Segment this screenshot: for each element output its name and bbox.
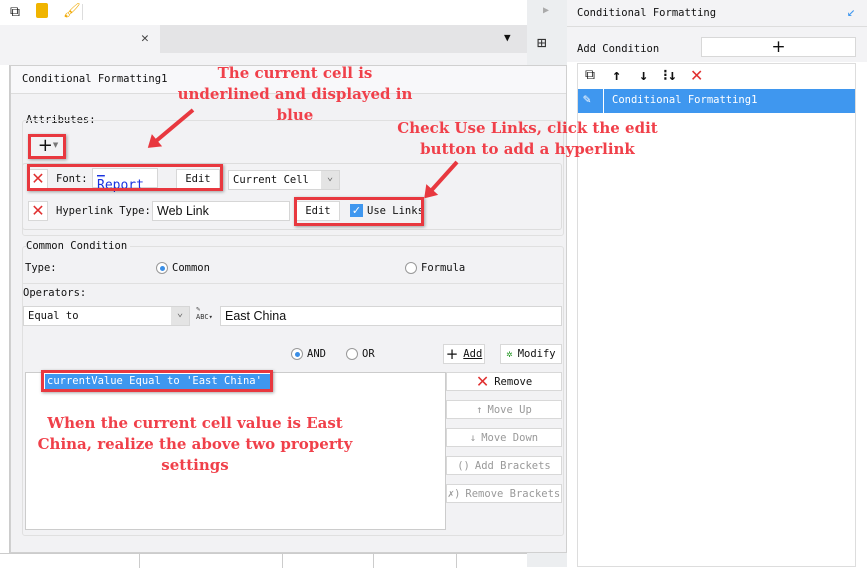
modify-icon: ✲ bbox=[506, 348, 513, 360]
scope-select-value: Current Cell bbox=[233, 174, 309, 186]
x-icon: ✕ bbox=[31, 201, 45, 220]
menu-dropdown-icon[interactable]: ▼ bbox=[504, 31, 511, 44]
remove-brackets-button[interactable]: ✗) Remove Brackets bbox=[446, 484, 562, 503]
annotation-condition: When the current cell value is East Chin… bbox=[37, 414, 353, 474]
collapse-arrow-icon[interactable]: ▶ bbox=[543, 5, 549, 16]
and-radio[interactable]: AND bbox=[291, 348, 326, 360]
hyperlink-type-field[interactable]: Web Link bbox=[152, 201, 290, 221]
add-brackets-button[interactable]: () Add Brackets bbox=[446, 456, 562, 475]
highlight-font-row bbox=[27, 164, 223, 191]
annotation-underlined: The current cell is underlined and displ… bbox=[177, 64, 413, 124]
add-condition-label: Add Condition bbox=[577, 43, 660, 55]
top-toolbar: ⧉ 🖌 bbox=[0, 0, 527, 25]
move-up-label: Move Up bbox=[487, 403, 532, 416]
operator-select[interactable]: Equal to ⌄ bbox=[23, 306, 190, 326]
modify-label: Modify bbox=[517, 348, 556, 360]
move-up-button[interactable]: ↑ Move Up bbox=[446, 400, 562, 419]
right-panel: Conditional Formatting ↙ Add Condition +… bbox=[567, 0, 867, 567]
condition-list-item-label: Conditional Formatting1 bbox=[612, 94, 758, 106]
highlight-links bbox=[294, 197, 424, 226]
grid-icon[interactable]: ⊞ bbox=[537, 33, 547, 52]
plus-icon: + bbox=[445, 345, 459, 363]
common-condition-label: Common Condition bbox=[26, 240, 131, 252]
arrow-down-icon: ↓ bbox=[469, 431, 477, 444]
remove-brackets-label: Remove Brackets bbox=[465, 487, 561, 500]
pencil-icon: ✎ bbox=[583, 92, 591, 107]
operators-label: Operators: bbox=[23, 287, 87, 299]
operator-value: Equal to bbox=[28, 310, 79, 322]
chevron-down-icon: ⌄ bbox=[321, 171, 339, 189]
hyperlink-type-label: Hyperlink Type: bbox=[56, 205, 151, 217]
move-bottom-icon[interactable]: ⁝↓ bbox=[663, 66, 677, 84]
brackets-icon: () bbox=[457, 459, 470, 472]
sheet-bottom bbox=[0, 553, 527, 568]
type-common-label: Common bbox=[172, 262, 210, 274]
type-common-radio[interactable]: Common bbox=[156, 262, 210, 274]
add-label: Add bbox=[463, 348, 483, 360]
scope-select[interactable]: Current Cell ⌄ bbox=[228, 170, 340, 190]
tab-bar: ✕ ▼ bbox=[0, 25, 527, 53]
value-input[interactable]: East China bbox=[220, 306, 562, 326]
copy-icon[interactable]: ⧉ bbox=[585, 67, 595, 83]
format-painter-icon[interactable]: 🖌 bbox=[63, 3, 81, 19]
type-formula-label: Formula bbox=[421, 262, 466, 274]
type-formula-radio[interactable]: Formula bbox=[405, 262, 465, 274]
delete-icon[interactable]: ✕ bbox=[690, 68, 703, 84]
condition-list-item[interactable]: ✎ Conditional Formatting1 bbox=[578, 89, 855, 113]
add-condition-button[interactable]: + bbox=[701, 37, 856, 57]
panel-title: Conditional Formatting bbox=[577, 7, 717, 19]
value-type-icon[interactable]: ✎ ABC▾ bbox=[196, 305, 213, 321]
add-brackets-label: Add Brackets bbox=[474, 459, 551, 472]
highlight-add-attribute bbox=[28, 134, 66, 159]
type-label: Type: bbox=[25, 262, 57, 274]
arrow-up-icon: ↑ bbox=[476, 403, 483, 416]
and-label: AND bbox=[307, 348, 326, 360]
chevron-down-icon: ⌄ bbox=[171, 307, 189, 325]
close-tab-icon[interactable]: ✕ bbox=[141, 31, 149, 46]
x-icon: ✕ bbox=[475, 371, 490, 391]
arrow-up-icon[interactable]: ↑ bbox=[612, 66, 621, 84]
or-label: OR bbox=[362, 348, 375, 360]
copy-icon[interactable]: ⧉ bbox=[10, 4, 20, 20]
annotation-use-links: Check Use Links, click the edit button t… bbox=[397, 119, 658, 158]
paste-icon[interactable] bbox=[36, 3, 48, 18]
divider bbox=[23, 283, 563, 284]
remove-button[interactable]: ✕ Remove bbox=[446, 372, 562, 391]
remove-brackets-icon: ✗) bbox=[447, 487, 461, 500]
sheet-edge bbox=[0, 65, 10, 555]
collapse-panel-icon[interactable]: ↙ bbox=[847, 4, 855, 20]
highlight-condition-item bbox=[41, 370, 273, 392]
hyperlink-type-value: Web Link bbox=[157, 204, 209, 218]
value-text: East China bbox=[225, 309, 287, 323]
move-down-label: Move Down bbox=[481, 431, 539, 444]
remove-label: Remove bbox=[494, 375, 533, 388]
remove-hyperlink-button[interactable]: ✕ bbox=[28, 201, 48, 221]
or-radio[interactable]: OR bbox=[346, 348, 375, 360]
add-button[interactable]: + Add bbox=[443, 344, 485, 364]
modify-button[interactable]: ✲ Modify bbox=[500, 344, 562, 364]
move-down-button[interactable]: ↓ Move Down bbox=[446, 428, 562, 447]
arrow-down-icon[interactable]: ↓ bbox=[639, 66, 648, 84]
